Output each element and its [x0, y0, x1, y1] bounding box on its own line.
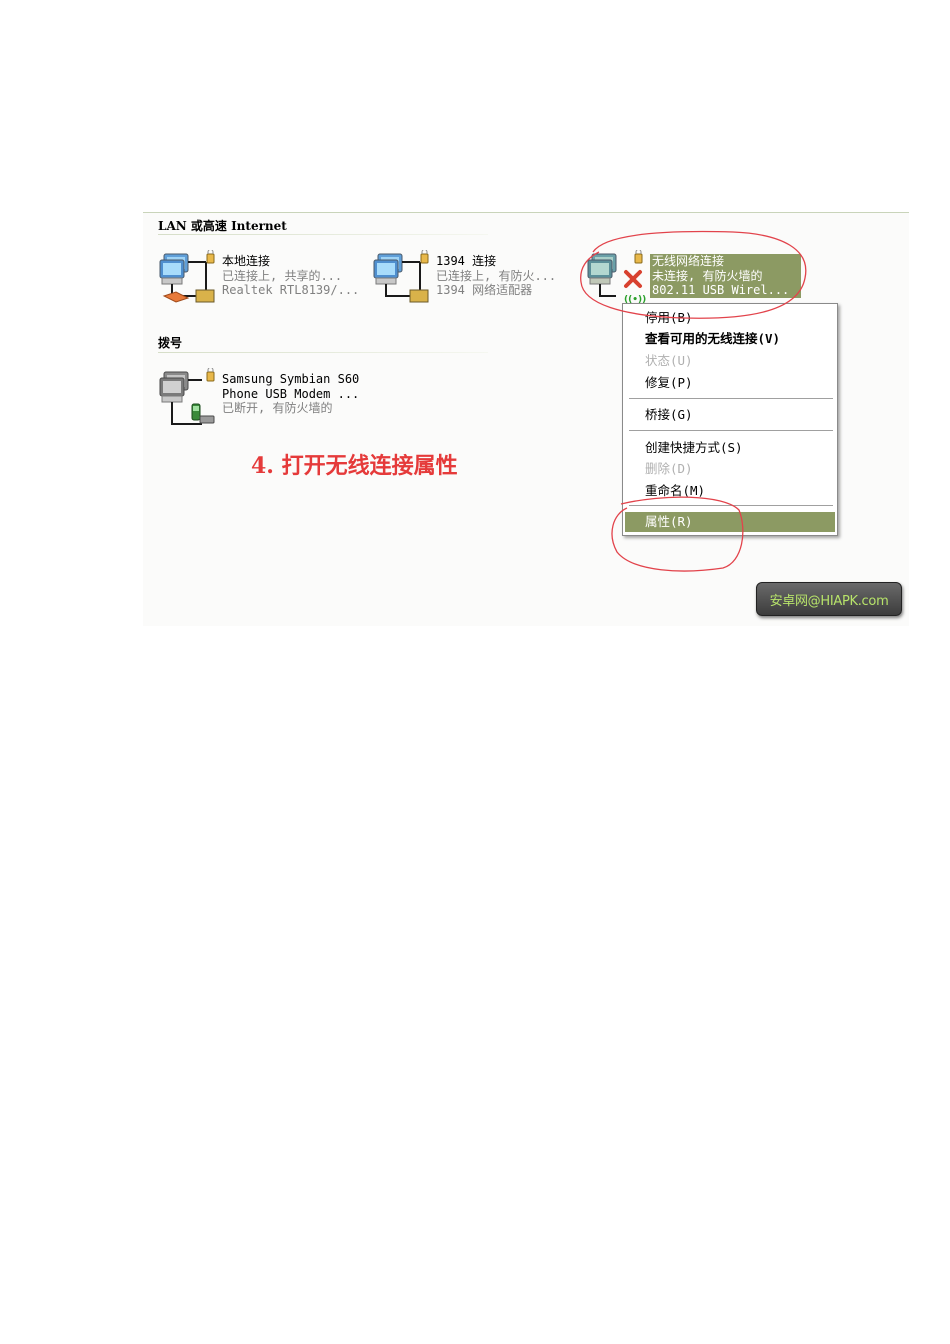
- menu-item-disable[interactable]: 停用(B): [625, 308, 835, 328]
- connection-status: 未连接, 有防火墙的: [652, 268, 763, 283]
- connection-label: 本地连接 已连接上, 共享的... Realtek RTL8139/...: [222, 254, 359, 298]
- menu-item-properties[interactable]: 属性(R): [625, 512, 835, 532]
- connection-status: 已连接上, 共享的...: [222, 268, 343, 283]
- connection-label: 无线网络连接 未连接, 有防火墙的 802.11 USB Wirel...: [650, 254, 802, 298]
- group-title-lan: LAN 或高速 Internet: [158, 219, 287, 233]
- connection-name: 无线网络连接: [652, 254, 725, 268]
- phone-modem-icon: [159, 368, 215, 425]
- watermark-text: 安卓网@HIAPK.com: [769, 594, 889, 609]
- watermark-badge: 安卓网@HIAPK.com: [756, 582, 902, 616]
- menu-item-status: 状态(U): [645, 353, 693, 368]
- connection-status: 已断开, 有防火墙的: [222, 401, 333, 415]
- step-callout: 4. 打开无线连接属性: [251, 453, 458, 479]
- connection-1394[interactable]: 1394 连接 已连接上, 有防火... 1394 网络适配器: [372, 250, 582, 310]
- menu-item-bridge[interactable]: 桥接(G): [625, 405, 835, 425]
- connection-samsung-modem[interactable]: Samsung Symbian S60 Phone USB Modem ... …: [158, 368, 388, 428]
- connection-label: Samsung Symbian S60 Phone USB Modem ... …: [222, 372, 359, 416]
- connection-name: 本地连接: [222, 254, 271, 268]
- connection-status: 已连接上, 有防火...: [436, 268, 557, 283]
- menu-separator: [629, 505, 833, 507]
- group-title-dialup: 拨号: [158, 336, 183, 350]
- network-computers-icon: [373, 250, 429, 303]
- connection-device: 802.11 USB Wirel...: [652, 283, 790, 297]
- wireless-network-disconnected-icon: ((•)): [587, 250, 646, 305]
- menu-item-delete: 删除(D): [645, 461, 693, 476]
- network-connections-screenshot: LAN 或高速 Internet 本地连接 已连接上, 共享的... Realt…: [143, 212, 909, 626]
- connection-label: 1394 连接 已连接上, 有防火... 1394 网络适配器: [436, 254, 556, 298]
- group-rule-lan: [158, 234, 488, 235]
- menu-item-view-wireless[interactable]: 查看可用的无线连接(V): [625, 329, 835, 349]
- connection-device-line: Phone USB Modem ...: [222, 386, 360, 401]
- connection-name: Samsung Symbian S60: [222, 372, 360, 386]
- connection-local-area[interactable]: 本地连接 已连接上, 共享的... Realtek RTL8139/...: [158, 250, 368, 310]
- menu-separator: [629, 430, 833, 432]
- network-computers-icon: [159, 250, 215, 303]
- menu-item-repair[interactable]: 修复(P): [625, 373, 835, 393]
- group-rule-dialup: [158, 352, 488, 353]
- top-divider: [143, 212, 909, 213]
- menu-item-create-shortcut[interactable]: 创建快捷方式(S): [625, 438, 835, 458]
- connection-wireless[interactable]: ((•)) 无线网络连接 未连接, 有防火墙的 802.11 USB Wirel…: [586, 250, 802, 310]
- menu-separator: [629, 398, 833, 400]
- connection-name: 1394 连接: [436, 254, 497, 268]
- connection-device: Realtek RTL8139/...: [222, 283, 360, 297]
- menu-item-rename[interactable]: 重命名(M): [625, 481, 835, 501]
- context-menu: 停用(B) 查看可用的无线连接(V) 状态(U) 修复(P) 桥接(G) 创建快…: [622, 303, 838, 536]
- connection-device: 1394 网络适配器: [436, 283, 533, 297]
